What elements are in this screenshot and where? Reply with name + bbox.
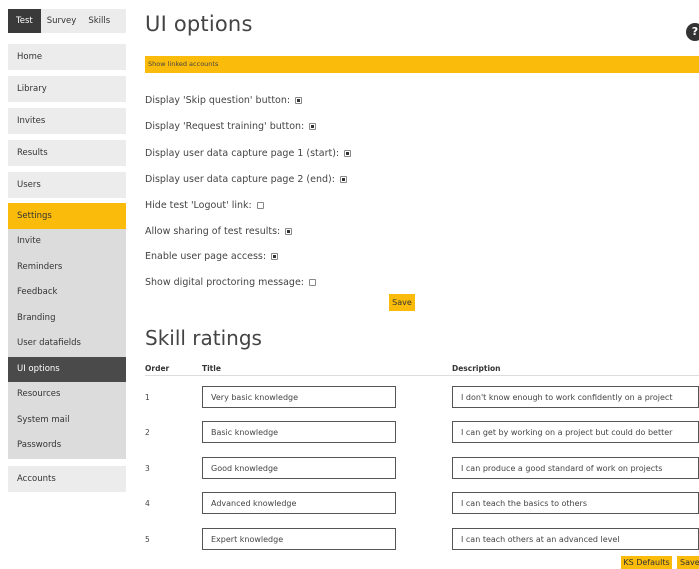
sidebar-item-home[interactable]: Home: [8, 44, 126, 70]
skill-title-input[interactable]: [202, 386, 396, 408]
sidebar-sub-invite[interactable]: Invite: [8, 229, 126, 255]
sidebar-item-settings[interactable]: Settings: [8, 203, 126, 229]
skill-title-input[interactable]: [202, 457, 396, 479]
sidebar-sub-ui-options[interactable]: UI options: [8, 356, 126, 382]
skill-title-input[interactable]: [202, 421, 396, 443]
sidebar-item-library[interactable]: Library: [8, 76, 126, 102]
skill-description-input[interactable]: [452, 421, 699, 443]
save-options-button[interactable]: Save: [389, 294, 415, 311]
option-allow-sharing: Allow sharing of test results:: [145, 224, 293, 238]
skill-description-input[interactable]: [452, 457, 699, 479]
sidebar-item-users[interactable]: Users: [8, 172, 126, 198]
option-label: Display 'Skip question' button:: [145, 94, 291, 106]
sidebar-item-accounts[interactable]: Accounts: [8, 466, 126, 492]
sidebar-sub-reminders[interactable]: Reminders: [8, 254, 126, 280]
row-order: 4: [145, 499, 150, 508]
sidebar-item-results[interactable]: Results: [8, 140, 126, 166]
checkbox[interactable]: [339, 175, 347, 183]
option-user-page-access: Enable user page access:: [145, 249, 279, 263]
skill-description-input[interactable]: [452, 386, 699, 408]
skill-description-input[interactable]: [452, 492, 699, 514]
option-label: Display user data capture page 2 (end):: [145, 173, 335, 185]
option-label: Allow sharing of test results:: [145, 225, 281, 237]
option-label: Display 'Request training' button:: [145, 120, 305, 132]
skill-title-input[interactable]: [202, 492, 396, 514]
save-skills-button[interactable]: Save: [677, 556, 699, 569]
sidebar-sub-user-datafields[interactable]: User datafields: [8, 331, 126, 357]
table-divider: [145, 375, 699, 376]
row-order: 2: [145, 428, 150, 437]
sidebar-sub-resources[interactable]: Resources: [8, 382, 126, 408]
option-skip-question: Display 'Skip question' button:: [145, 93, 303, 107]
checkbox[interactable]: [309, 278, 317, 286]
column-header-title: Title: [202, 364, 221, 373]
checkbox[interactable]: [271, 252, 279, 260]
option-request-training: Display 'Request training' button:: [145, 119, 317, 133]
sidebar-item-invites[interactable]: Invites: [8, 108, 126, 134]
page-title: UI options: [145, 12, 253, 36]
skill-description-input[interactable]: [452, 528, 699, 550]
option-label: Hide test 'Logout' link:: [145, 199, 252, 211]
option-label: Enable user page access:: [145, 250, 267, 262]
column-header-description: Description: [452, 364, 501, 373]
tab-survey[interactable]: Survey: [41, 9, 83, 33]
skill-ratings-title: Skill ratings: [145, 326, 262, 350]
show-linked-accounts-link[interactable]: Show linked accounts: [145, 56, 699, 73]
option-digital-proctoring: Show digital proctoring message:: [145, 275, 317, 289]
row-order: 1: [145, 393, 150, 402]
sidebar-sub-feedback[interactable]: Feedback: [8, 280, 126, 306]
product-tabs: Test Survey Skills: [8, 9, 126, 33]
checkbox[interactable]: [295, 96, 303, 104]
option-label: Display user data capture page 1 (start)…: [145, 147, 340, 159]
option-capture-page-1: Display user data capture page 1 (start)…: [145, 146, 352, 160]
sidebar-sub-passwords[interactable]: Passwords: [8, 433, 126, 459]
checkbox[interactable]: [256, 201, 264, 209]
ks-defaults-button[interactable]: KS Defaults: [621, 556, 672, 569]
checkbox[interactable]: [309, 122, 317, 130]
tab-test[interactable]: Test: [8, 9, 41, 33]
row-order: 3: [145, 464, 150, 473]
help-icon[interactable]: ?: [686, 23, 699, 41]
row-order: 5: [145, 535, 150, 544]
column-header-order: Order: [145, 364, 170, 373]
checkbox[interactable]: [285, 227, 293, 235]
option-hide-logout: Hide test 'Logout' link:: [145, 198, 264, 212]
sidebar-sub-system-mail[interactable]: System mail: [8, 407, 126, 433]
tab-skills[interactable]: Skills: [82, 9, 116, 33]
option-capture-page-2: Display user data capture page 2 (end):: [145, 172, 347, 186]
checkbox[interactable]: [344, 149, 352, 157]
option-label: Show digital proctoring message:: [145, 276, 305, 288]
skill-title-input[interactable]: [202, 528, 396, 550]
sidebar-sub-branding[interactable]: Branding: [8, 305, 126, 331]
